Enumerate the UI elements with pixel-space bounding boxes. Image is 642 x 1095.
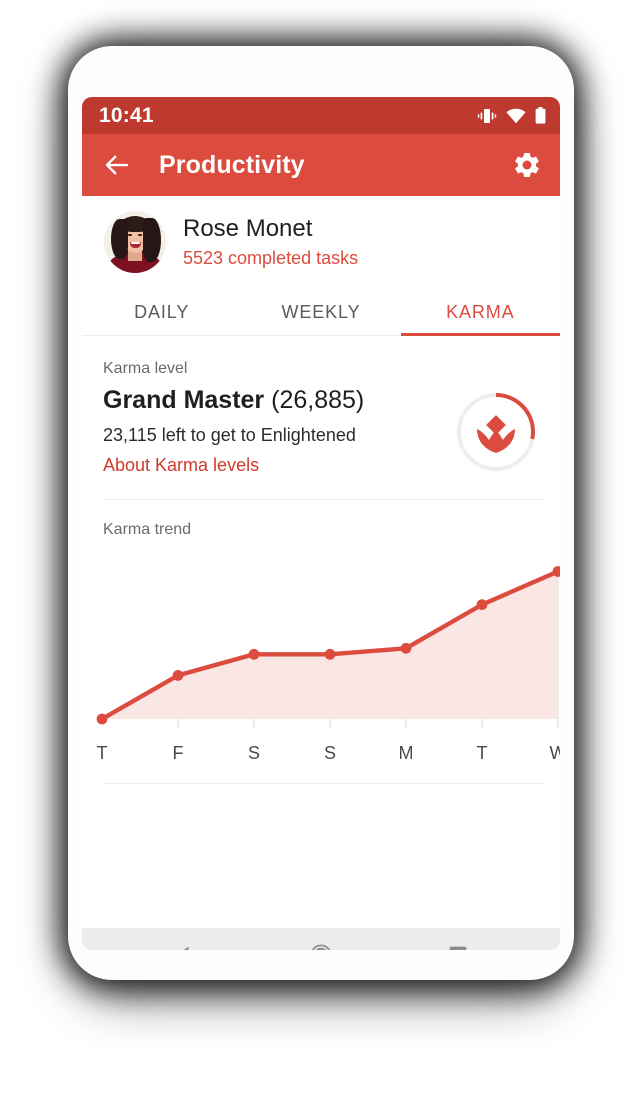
about-karma-levels-link[interactable]: About Karma levels [103, 455, 259, 476]
avatar-eye-right [138, 234, 142, 236]
karma-points: (26,885) [271, 386, 365, 414]
karma-level-line: Grand Master (26,885) [103, 384, 454, 418]
screenshot-stage: 10:41 Productivity Rose Monet 5523 compl… [0, 0, 642, 1095]
completed-tasks-count: 5523 completed tasks [183, 248, 359, 269]
chart-point [324, 648, 336, 660]
karma-trend-svg [96, 565, 560, 729]
phone-screen: 10:41 Productivity Rose Monet 5523 compl… [82, 97, 560, 950]
gear-icon[interactable] [512, 150, 542, 180]
nav-recents-icon[interactable] [444, 941, 472, 950]
back-arrow-icon[interactable] [102, 150, 132, 180]
chart-x-label: M [398, 742, 414, 763]
status-bar-clock: 10:41 [99, 104, 154, 127]
karma-content: Karma level Grand Master (26,885) 23,115… [82, 336, 560, 950]
karma-progress-ring [457, 393, 535, 471]
wifi-icon [506, 108, 526, 124]
status-bar: 10:41 [82, 97, 560, 134]
profile-header: Rose Monet 5523 completed tasks [82, 196, 560, 288]
profile-name: Rose Monet [183, 214, 313, 242]
chart-point [248, 648, 260, 660]
tab-daily[interactable]: DAILY [82, 288, 241, 336]
chart-point [96, 713, 108, 725]
tab-bar: DAILY WEEKLY KARMA [82, 288, 560, 336]
avatar[interactable] [104, 211, 166, 273]
karma-level-row: Grand Master (26,885) 23,115 left to get… [82, 378, 560, 476]
karma-trend-chart [82, 543, 560, 743]
avatar-hair-left [111, 219, 128, 259]
karma-level-label: Karma level [103, 360, 188, 377]
chart-bottom-divider [103, 782, 544, 784]
profile-text: Rose Monet 5523 completed tasks [183, 215, 358, 269]
status-bar-icons [477, 107, 546, 124]
chart-x-label: S [247, 742, 261, 763]
nav-home-icon[interactable] [307, 941, 335, 950]
avatar-teeth [131, 242, 140, 244]
karma-bowl-icon [477, 415, 515, 453]
chart-x-label: W [549, 742, 561, 763]
tab-karma[interactable]: KARMA [400, 288, 560, 336]
avatar-hair-right [143, 218, 161, 262]
phone-frame: 10:41 Productivity Rose Monet 5523 compl… [68, 46, 574, 980]
avatar-eye-left [128, 234, 132, 236]
chart-point [476, 598, 488, 610]
chart-x-label: S [323, 742, 337, 763]
karma-next-level-text: 23,115 left to get to Enlightened [103, 424, 356, 445]
battery-icon [535, 107, 546, 124]
nav-back-icon[interactable] [170, 941, 198, 950]
app-bar: Productivity [82, 134, 560, 196]
karma-trend-label: Karma trend [103, 520, 192, 538]
chart-x-axis: TFSSMTW [82, 742, 561, 777]
tab-weekly[interactable]: WEEKLY [241, 288, 400, 336]
chart-area-fill [102, 571, 558, 719]
karma-level-name: Grand Master [103, 386, 265, 414]
chart-x-label: T [96, 742, 108, 763]
chart-x-label: T [476, 742, 488, 763]
chart-point [400, 642, 412, 654]
chart-point [172, 669, 184, 681]
page-title: Productivity [159, 150, 305, 179]
chart-x-label: F [172, 742, 184, 763]
android-nav-bar [82, 928, 560, 950]
vibrate-icon [477, 108, 497, 124]
karma-level-info: Grand Master (26,885) 23,115 left to get… [103, 384, 454, 476]
